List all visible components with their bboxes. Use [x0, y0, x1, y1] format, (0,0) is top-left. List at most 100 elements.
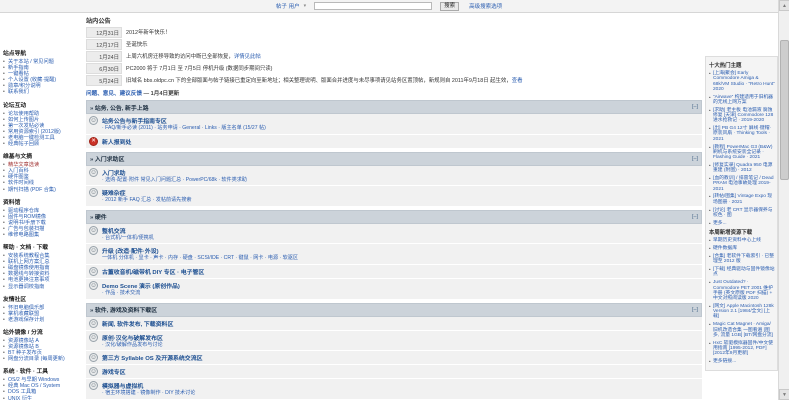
collapse-toggle[interactable]: [–]	[692, 214, 698, 220]
topic-link[interactable]: [血的教训] / 排雷笔记 / Dead PRAM 电池事故处理 2019-20…	[713, 176, 775, 192]
forum-title-link[interactable]: 游戏专区	[102, 370, 126, 376]
sidebar-item-link[interactable]: 常用资源索引 (2012版)	[8, 129, 61, 135]
forum-description-links[interactable]: · 选购·配置·附件 常见入门问题汇总 · PowerPC/68k · 软件类求…	[102, 177, 699, 184]
forum-status-icon	[89, 367, 98, 377]
sidebar-item-link[interactable]: 老游戏保存计划	[8, 317, 44, 323]
sidebar-item-link[interactable]: 资源镜像站 A	[8, 338, 39, 344]
scroll-thumb[interactable]	[780, 40, 789, 180]
sidebar-item-link[interactable]: 电池更换注意事项	[8, 277, 50, 283]
topic-link[interactable]: 硬件数据库	[713, 246, 775, 251]
topic-link[interactable]: “Airwave” 构建适用于旧机器的无线上网方案	[713, 95, 775, 106]
topic-link[interactable]: 早期历史资料中心上线	[713, 238, 775, 243]
forum-status-icon	[89, 332, 98, 342]
sidebar-item-link[interactable]: DOS 工具箱	[8, 389, 36, 395]
forum-status-icon	[89, 280, 98, 290]
topic-link[interactable]: Magic Cat Magnet · Amiga/旧机改造合集 一图看遍 [图多…	[713, 322, 775, 338]
sidebar-item: 经典帖子回顾	[3, 141, 84, 147]
forum-title-link[interactable]: 整机交流	[102, 229, 126, 235]
topic-link[interactable]: [网文] Apple Macintosh 128k Version 2.1 [1…	[713, 304, 775, 320]
topic-item: [下载] 经典驱动与固件镜像站点	[709, 267, 775, 278]
topic-link[interactable]: 更多...	[713, 221, 775, 226]
topic-link[interactable]: HxC 软驱模拟器固件/中文使用指南 [1995-2012, PDF] [201…	[713, 341, 775, 357]
topic-link[interactable]: [出] PB G4 12寸 屏线·键帽·原装风扇 · Thinking Tool…	[713, 126, 775, 142]
sidebar-item-link[interactable]: 怀旧电脑俱乐部	[8, 305, 44, 311]
forum-title-link[interactable]: » 入门求助区	[90, 157, 124, 163]
collapse-toggle[interactable]: [–]	[692, 156, 698, 162]
forum-block: » 站务, 公告, 新手上路 [–]	[86, 100, 702, 114]
feedback-link[interactable]: 问题、意见、建议反馈	[86, 91, 142, 97]
forum-description-links[interactable]: · 作品 · 技术交流	[102, 290, 699, 297]
forum-description-links[interactable]: · 汉化/破解作品发布与讨论	[102, 342, 699, 349]
topic-link[interactable]: [求助] 老主板 电池漏液 腐蚀修复 [天津] Commodore 128 进水…	[713, 108, 775, 124]
forum-title-link[interactable]: 新闻, 软件发布, 下载资料区	[102, 322, 173, 328]
topic-link[interactable]: [讨论] 老 CRT 显示器保养与校色 · 图	[713, 208, 775, 219]
sidebar-item-link[interactable]: 论坛使用帮助	[8, 111, 39, 117]
announcement-link[interactable]: 查看	[512, 78, 523, 84]
scroll-down-button[interactable]: ▼	[779, 389, 789, 400]
forum-status-icon	[89, 116, 98, 125]
sidebar-item-link[interactable]: 联系我们	[8, 89, 29, 95]
topic-link[interactable]: 更多链接...	[713, 359, 775, 364]
forum-title-link[interactable]: 新人报到处	[102, 140, 131, 146]
sidebar-section-title: 系统 · 软件 · 工具	[3, 369, 49, 376]
topic-link[interactable]: [转帖/图集] Vintage Expo 现场图册 · 2021	[713, 194, 775, 205]
forum-title-link[interactable]: » 站务, 公告, 新手上路	[90, 106, 149, 112]
forum-title-link[interactable]: 古董收音机/磁带机 DIY 专区 · 电子管区	[102, 270, 204, 276]
collapse-toggle[interactable]: [–]	[692, 307, 698, 313]
topic-item: “Airwave” 构建适用于旧机器的无线上网方案	[709, 95, 775, 106]
scroll-up-button[interactable]: ▲	[779, 0, 789, 11]
sidebar-item-link[interactable]: 固件与ROM镜像	[8, 214, 46, 220]
sidebar-item-link[interactable]: 网盘分流目录 (每周更新)	[8, 356, 65, 362]
topic-link[interactable]: [合集] 老软件下载索引 · 已整理至 2012 版	[713, 254, 775, 265]
forum-block: 入门求助 · 选购·配置·附件 常见入门问题汇总 · PowerPC/68k ·…	[86, 165, 702, 187]
search-scope-link[interactable]: 帖子	[276, 4, 287, 10]
search-input[interactable]	[314, 2, 433, 10]
forum-title-link[interactable]: » 硬件	[90, 215, 107, 221]
topic-link[interactable]: [教程] PowerMac G3 (B&W) 刷机与系统安装全记录 · Flas…	[713, 145, 775, 161]
chevron-down-icon[interactable]: ▾	[304, 3, 307, 9]
topic-item: Magic Cat Magnet · Amiga/旧机改造合集 一图看遍 [图多…	[709, 322, 775, 338]
sidebar-item-link[interactable]: 第一次发帖必读	[8, 123, 44, 129]
forum-description-links[interactable]: · 宿主环境搭建 · 镜像制作 · DIY 技术讨论	[102, 391, 699, 397]
rightbar-section-title: 本周新增资源下载	[709, 230, 753, 237]
forum-title-link[interactable]: » 软件, 游戏及资料下载区	[90, 308, 157, 314]
announcements-title: 站内公告	[86, 18, 111, 25]
sidebar-item-link[interactable]: 掌机收藏联盟	[8, 311, 39, 317]
search-scope-link[interactable]: 用户	[289, 4, 300, 10]
sidebar-item: UNIX 衍生	[3, 396, 84, 400]
sidebar-item-link[interactable]: 维修电路图集	[8, 232, 39, 238]
forum-block: 升级 (改造·配件·外设) 一体机 分体机 · 显卡 · 声卡 · 内存 · 硬…	[86, 244, 702, 265]
main-column: 站内公告 12月31日 2012年新年快乐！ 12月17日 圣诞快乐 1月24日…	[86, 13, 702, 400]
forum-title-link[interactable]: 入门求助	[102, 171, 126, 177]
forum-title-link[interactable]: 第三方 Syllable OS 及开源系统交流区	[102, 356, 202, 362]
sidebar-item-link[interactable]: 说明书/手册下载	[8, 220, 46, 226]
sidebar-item-link[interactable]: 广告与包装扫描	[8, 226, 44, 232]
forum-status-icon	[89, 353, 98, 363]
sidebar-item-link[interactable]: UNIX 衍生	[8, 396, 32, 400]
announcement-date: 12月17日	[86, 39, 122, 50]
topic-link[interactable]: [下载] 经典驱动与固件镜像站点	[713, 267, 775, 278]
topic-link[interactable]: [上海|聚会] Early Commodore Amiga & 68k/VM S…	[713, 71, 775, 92]
sidebar-item-link[interactable]: 显示器调校指南	[8, 284, 44, 290]
forum-description-links[interactable]: · 2012 新手 FAQ 汇总 · 发帖前请先搜索	[102, 198, 699, 204]
sidebar-item-link[interactable]: 如何上传图片	[8, 117, 39, 123]
sidebar-item-link[interactable]: 经典帖子回顾	[8, 141, 39, 147]
advanced-search-link[interactable]: 高级搜索选项	[469, 2, 502, 10]
collapse-toggle[interactable]: [–]	[692, 104, 698, 110]
sidebar-item-link[interactable]: 期刊扫描 (PDF 合集)	[8, 187, 56, 193]
forum-description-links[interactable]: · 台式机/一体机/便携机	[102, 235, 699, 242]
sidebar-item-link[interactable]: 驱动程序仓库	[8, 208, 39, 214]
topic-link[interactable]: Just Outdated? · Commodore PET 2001 维护手册…	[713, 280, 775, 301]
forum-block: 原创·汉化与破解发布区 · 汉化/破解作品发布与讨论	[86, 330, 702, 352]
announcement-row: 5月24日 旧域名 bbs.oldpc.cn 下的全部版面与帖子链接已重定向至新…	[86, 75, 702, 86]
sidebar-item-link[interactable]: 软件时间线	[8, 180, 34, 186]
topic-link[interactable]: [修复实录] Quadra 950 电源重建 (附图) · 2012	[713, 163, 775, 174]
sidebar-item: 显示器调校指南	[3, 284, 84, 290]
announcement-link[interactable]: 详情见此帖	[234, 54, 261, 60]
page-scrollbar[interactable]: ▲ ▼	[778, 0, 789, 400]
forum-status-icon	[89, 318, 98, 328]
search-button[interactable]: 搜索	[440, 1, 460, 11]
forum-description-links[interactable]: · FAQ/新手必读 (2011) · 站务申请 · General · Lin…	[102, 125, 699, 132]
forum-description-links[interactable]: 一体机 分体机 · 显卡 · 声卡 · 内存 · 硬盘 · SCSI/IDE ·…	[102, 256, 699, 262]
forum-title-link[interactable]: 原创·汉化与破解发布区	[102, 336, 163, 342]
